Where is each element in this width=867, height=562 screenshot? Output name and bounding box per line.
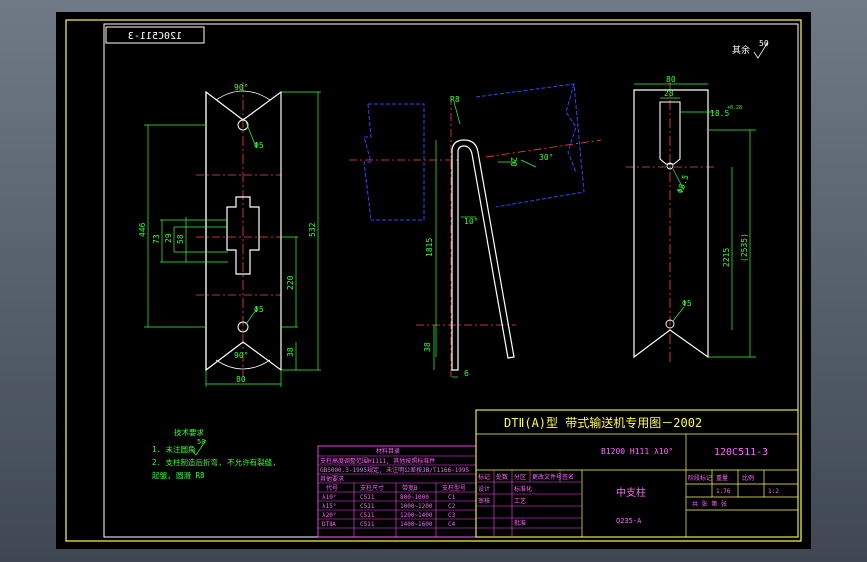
dim-hole-bottom: Φ5 (254, 305, 264, 314)
dim-73: 73 (152, 234, 161, 244)
mt-r4-c4: C4 (448, 521, 456, 528)
dim-hole-top: Φ5 (254, 141, 264, 150)
left-bracket-phantom (363, 103, 425, 221)
mt-col-3: 带宽B (402, 484, 418, 492)
notes-line-1: 1. 未注圆角 (152, 444, 196, 454)
dim-446: 446 (138, 222, 147, 237)
row-label-1: 标记 (478, 473, 490, 481)
dim-1815: 1815 (425, 238, 434, 257)
roughness-note: 其余 (732, 44, 750, 56)
dim-side-38: 38 (423, 342, 432, 352)
dim-532: 532 (308, 222, 317, 237)
mt-title: 材料目录 (376, 447, 400, 455)
part-name: 中支柱 (616, 486, 646, 499)
dim-80: 80 (236, 375, 246, 384)
end-outline (633, 89, 709, 359)
cad-drawing: 120C511-3 其余 50 90° 90° 446 73 29 58 532… (65, 19, 802, 542)
weight-label: 重量 (716, 474, 728, 482)
bent-strip (451, 139, 515, 371)
scale-label: 比例 (742, 474, 754, 482)
dim-line-30 (520, 159, 537, 168)
dim-angle-bottom: 90° (234, 351, 248, 360)
role-process: 工艺 (514, 497, 526, 505)
mt-r1-c4: C1 (448, 494, 456, 501)
notes-line-2: 2. 支柱制造后折弯, 不允许有裂缝, (152, 457, 277, 467)
dim-58: 58 (176, 234, 185, 244)
dim-29: 29 (164, 233, 173, 243)
mt-r1-c3: 800~1000 (400, 494, 429, 501)
leader-r8 (453, 101, 461, 125)
row-label-2: 处数 (496, 473, 508, 481)
title-block: DTⅡ(A)型 带式输送机专用图－2002 B1200 H111 λ10° 12… (475, 409, 799, 538)
dim-phi8.5: Φ8.5 (675, 173, 690, 194)
mt-col-4: 支柱型号 (442, 484, 466, 492)
dim-r8: R8 (450, 95, 460, 104)
dim-220: 220 (286, 275, 295, 290)
right-bracket-phantom (475, 83, 585, 208)
material-table: 材料目录 支柱高度调整范围H1111, 其他按照标准件 GB5000.3-199… (317, 445, 477, 538)
mt-r2-c4: C2 (448, 503, 456, 510)
mt-r3-c1: λ20° (322, 512, 336, 519)
weight-value: 1.76 (716, 488, 731, 495)
tech-notes: 技术要求 1. 未注圆角 50 2. 支柱制造后折弯, 不允许有裂缝, 起皱, … (152, 427, 277, 480)
role-standard: 标准化 (514, 485, 532, 493)
mt-r3-c3: 1200~1400 (400, 512, 433, 519)
mt-r2-c2: C511 (360, 503, 375, 510)
viewport: 120C511-3 其余 50 90° 90° 446 73 29 58 532… (0, 0, 867, 562)
role-review: 审核 (478, 497, 490, 505)
notes-heading: 技术要求 (174, 427, 204, 437)
row-label-4: 更改文件号 (532, 473, 562, 481)
mt-r4-c2: C511 (360, 521, 375, 528)
dim-phi5: Φ5 (682, 299, 692, 308)
mt-r2-c3: 1000~1200 (400, 503, 433, 510)
role-approve: 批准 (514, 519, 526, 527)
spec-text: B1200 H111 λ10° (601, 447, 673, 456)
sheet-label: 共 张 第 张 (692, 500, 727, 508)
dim-2215: 2215 (722, 248, 731, 267)
mt-line-3: 其他要求 (320, 475, 344, 483)
mt-r1-c2: C511 (360, 494, 375, 501)
mt-col-1: 代号 (326, 484, 338, 492)
dim-30deg: 30° (539, 153, 553, 162)
end-view: 80 28 18.5 +0.28 Φ8.5 Φ5 2215 (2535) (626, 75, 756, 362)
row-label-3: 分区 (514, 473, 526, 481)
dim-20: 20 (509, 157, 518, 167)
mt-r4-c1: DTⅡA (322, 521, 336, 528)
dim-end-28: 28 (664, 89, 674, 98)
dim-18.5-tol: +0.28 (727, 105, 742, 111)
mt-col-2: 支柱尺寸 (360, 484, 384, 492)
dim-end-80: 80 (666, 75, 676, 84)
role-design: 设计 (478, 485, 490, 493)
dim-38: 38 (286, 347, 295, 357)
dim-10deg: 10° (464, 217, 478, 226)
mt-r4-c3: 1400~1600 (400, 521, 433, 528)
plate-outline (205, 90, 282, 372)
mt-r3-c2: C511 (360, 512, 375, 519)
drawing-no: 120C511-3 (714, 447, 768, 458)
row-label-5: 签名 (562, 473, 574, 481)
mt-line-1: 支柱高度调整范围H1111, 其他按照标准件 (320, 457, 435, 465)
material-code: Q235-A (616, 517, 642, 525)
dim-6: 6 (464, 369, 469, 378)
mt-r2-c1: λ15° (322, 503, 336, 510)
mirrored-number: 120C511-3 (128, 31, 182, 42)
scale-value: 1:2 (768, 488, 779, 495)
notes-roughness-value: 50 (197, 438, 205, 446)
dim-angle-top: 90° (234, 83, 248, 92)
dim-2535: (2535) (740, 233, 749, 262)
mt-line-2: GB5000.3-1995规定, 未注明公差按JB/T1166-1995 (320, 466, 470, 474)
mt-r1-c1: λ10° (322, 494, 336, 501)
stage-label: 阶段标记 (688, 474, 712, 482)
leader-phi5 (672, 306, 685, 322)
side-view: R8 20 30° 10° 1815 38 6 (349, 83, 602, 378)
title-text: DTⅡ(A)型 带式输送机专用图－2002 (504, 415, 702, 430)
mt-r3-c4: C3 (448, 512, 456, 519)
front-view: 90° 90° 446 73 29 58 532 220 38 80 Φ5 Φ5 (138, 82, 321, 387)
drawing-sheet: 120C511-3 其余 50 90° 90° 446 73 29 58 532… (56, 12, 811, 549)
notes-line-3: 起皱, 圆滑 R8 (152, 470, 205, 480)
